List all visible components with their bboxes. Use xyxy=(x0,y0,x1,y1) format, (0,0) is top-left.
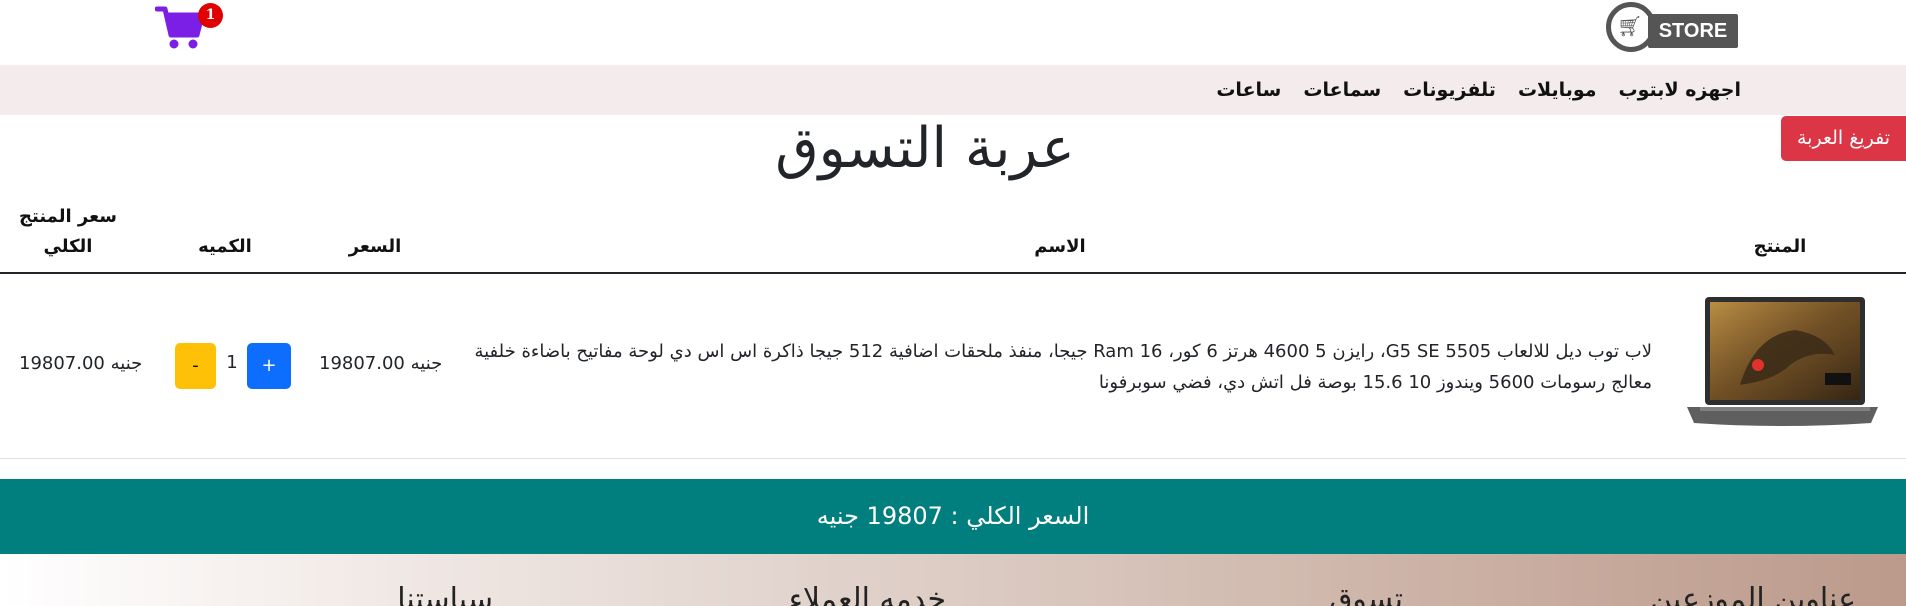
footer-heading-shop: تسوق xyxy=(1329,582,1403,606)
column-header-line-total: سعر المنتج الكلي xyxy=(0,202,136,262)
nav-item-headphones[interactable]: سماعات xyxy=(1303,79,1381,101)
product-image xyxy=(1687,297,1878,426)
nav-item-mobiles[interactable]: موبايلات xyxy=(1518,79,1597,101)
product-price: 19807.00 جنيه xyxy=(319,353,443,374)
column-header-line-total-line1: سعر المنتج xyxy=(19,206,117,227)
increase-quantity-button[interactable]: + xyxy=(247,343,291,389)
category-nav: اجهزه لابتوب موبايلات تلفزيونات سماعات س… xyxy=(0,65,1906,115)
footer-heading-distributors: عناوين الموزعين xyxy=(1650,582,1856,606)
cart-count-badge: 1 xyxy=(198,3,223,28)
product-name: لاب توب ديل للالعاب G5 SE 5505، رايزن 5 … xyxy=(474,341,1652,393)
nav-item-watches[interactable]: ساعات xyxy=(1216,79,1281,101)
quantity-value: 1 xyxy=(226,352,238,373)
clear-cart-button[interactable]: تفريغ العربة xyxy=(1781,116,1906,161)
logo-text: STORE xyxy=(1648,14,1738,48)
footer-heading-customer-service: خدمه العملاء xyxy=(788,582,946,606)
column-header-price: السعر xyxy=(348,236,402,257)
nav-item-tvs[interactable]: تلفزيونات xyxy=(1403,79,1496,101)
table-header-divider xyxy=(0,272,1906,274)
column-header-name: الاسم xyxy=(1034,236,1086,257)
cart-button[interactable]: 1 xyxy=(155,3,225,53)
decrease-quantity-button[interactable]: - xyxy=(175,343,216,389)
cart-total-bar: السعر الكلي : 19807 جنيه xyxy=(0,479,1906,554)
store-logo[interactable]: 🛒︎ STORE xyxy=(1606,2,1738,59)
line-total: 19807.00 جنيه xyxy=(19,353,143,374)
nav-item-laptops[interactable]: اجهزه لابتوب xyxy=(1619,79,1741,101)
site-header: 🛒︎ STORE 1 xyxy=(0,0,1906,65)
logo-cart-icon: 🛒︎ xyxy=(1617,14,1643,38)
column-header-line-total-line2: الكلي xyxy=(43,236,93,257)
column-header-product: المنتج xyxy=(1753,236,1807,257)
site-footer: عناوين الموزعين تسوق خدمه العملاء سياستن… xyxy=(0,554,1906,606)
column-header-quantity: الكميه xyxy=(198,236,252,257)
table-row-divider xyxy=(0,458,1906,459)
footer-heading-policy: سياستنا xyxy=(397,582,493,606)
page-title: عربة التسوق xyxy=(775,116,1075,181)
cart-total-text: السعر الكلي : 19807 جنيه xyxy=(816,502,1090,530)
